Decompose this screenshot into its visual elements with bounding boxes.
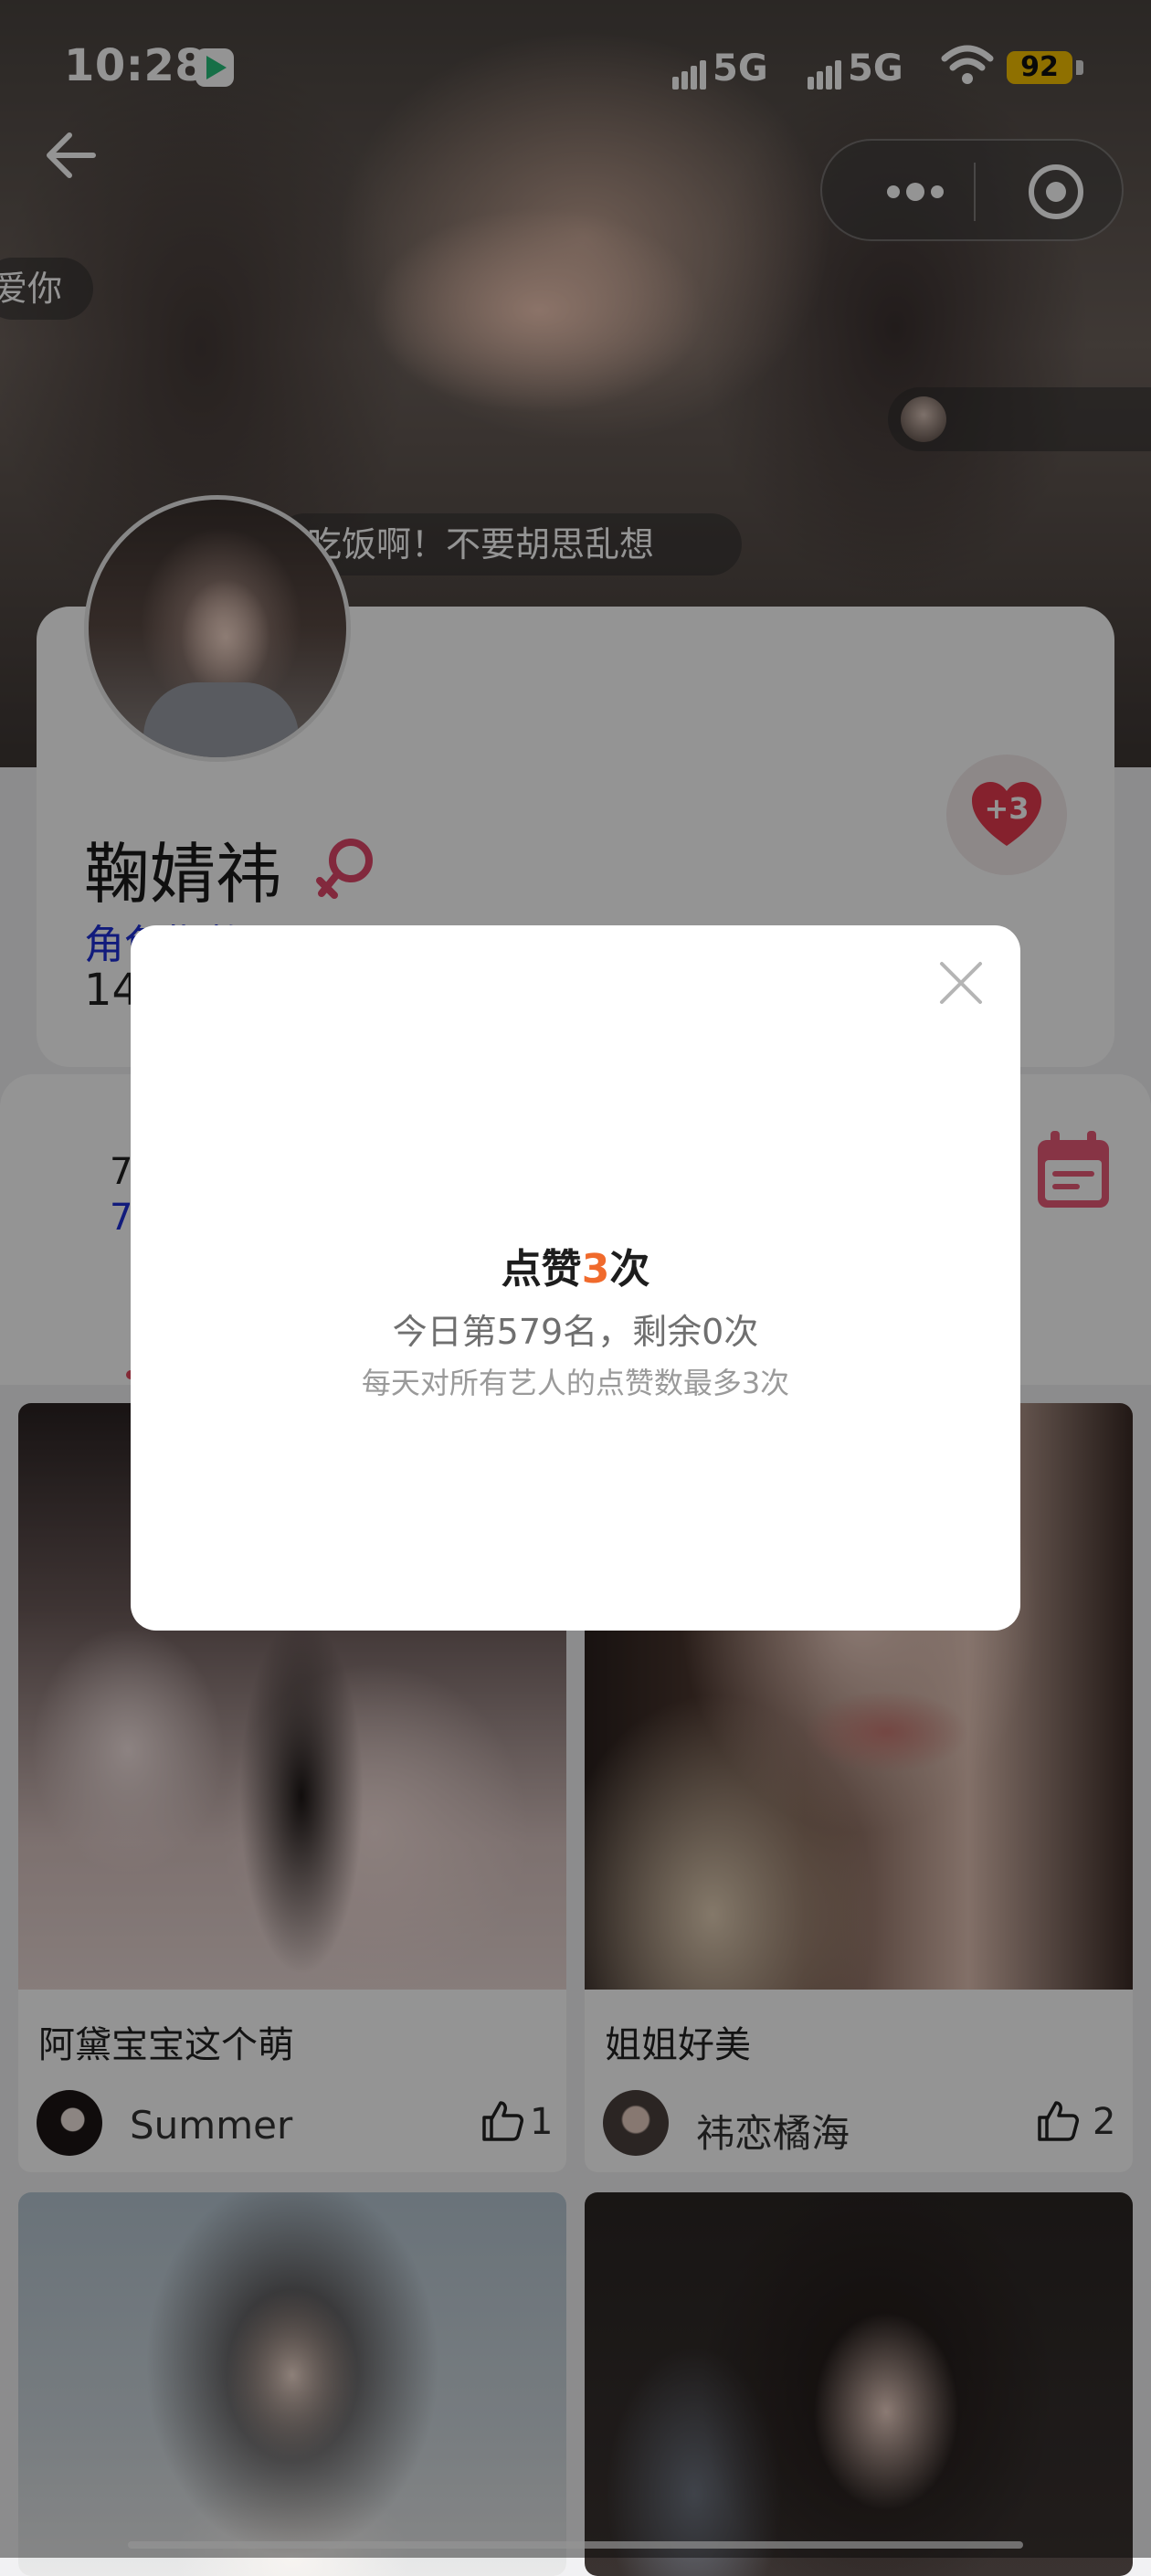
dialog-title-suffix: 次 — [609, 1246, 650, 1293]
dialog-title: 点赞3次 — [131, 1236, 1020, 1294]
dialog-limit-note: 每天对所有艺人的点赞数最多3次 — [361, 1366, 790, 1400]
like-result-dialog: 点赞3次 今日第579名，剩余0次 每天对所有艺人的点赞数最多3次 — [131, 925, 1020, 1631]
dialog-rank-text: 今日第579名，剩余0次 — [392, 1312, 759, 1352]
dialog-title-prefix: 点赞 — [501, 1246, 582, 1293]
dialog-like-count: 3 — [581, 1246, 610, 1293]
close-icon[interactable] — [933, 955, 989, 1011]
